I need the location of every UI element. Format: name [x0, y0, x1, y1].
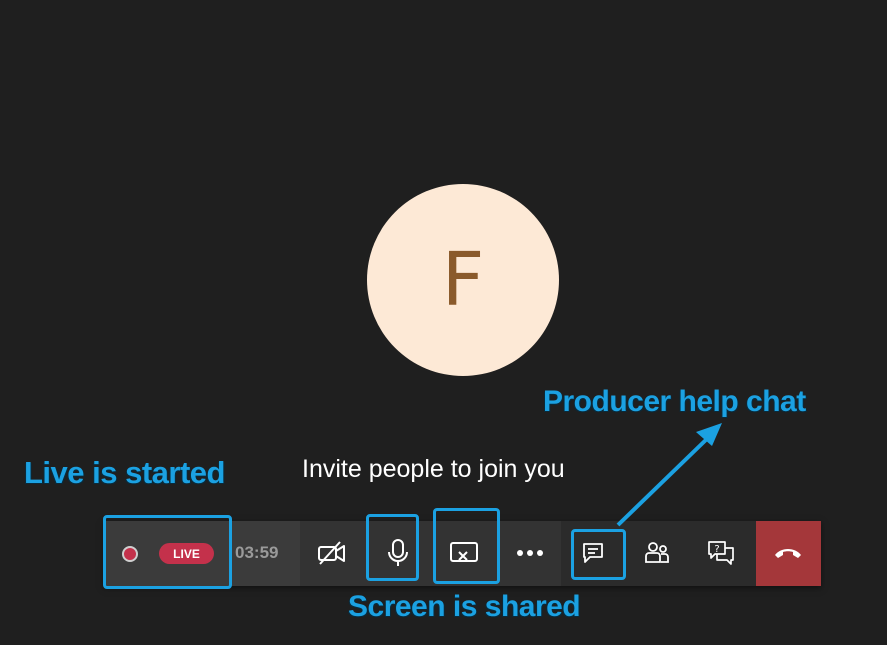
recording-status-section: LIVE 03:59 [104, 521, 300, 586]
chat-icon [581, 541, 605, 565]
chat-button[interactable] [573, 533, 613, 573]
media-controls-section [300, 521, 561, 586]
meeting-timer: 03:59 [235, 543, 279, 562]
invite-people-text: Invite people to join you [302, 455, 565, 483]
participant-avatar: F [367, 184, 559, 376]
microphone-button[interactable] [378, 533, 418, 573]
panels-section: ? [561, 521, 756, 586]
annotation-live-started: Live is started [24, 455, 225, 490]
camera-toggle-button[interactable] [312, 533, 352, 573]
live-badge: LIVE [159, 543, 214, 564]
annotation-producer-chat: Producer help chat [543, 385, 806, 418]
stop-sharing-icon [449, 540, 479, 566]
svg-text:?: ? [714, 544, 719, 555]
camera-off-icon [317, 541, 347, 565]
qa-icon: ? [707, 540, 735, 566]
annotation-screen-shared: Screen is shared [348, 590, 581, 623]
record-icon [122, 546, 138, 562]
meeting-toolbar: LIVE 03:59 ? [104, 521, 821, 586]
participants-button[interactable] [637, 533, 677, 573]
participants-icon [644, 540, 670, 566]
more-actions-button[interactable] [510, 533, 550, 573]
hang-up-icon [768, 533, 808, 573]
more-actions-icon [515, 549, 545, 557]
leave-button[interactable] [756, 521, 821, 586]
stop-sharing-button[interactable] [444, 533, 484, 573]
avatar-initial: F [441, 237, 485, 323]
qa-button[interactable]: ? [701, 533, 741, 573]
microphone-icon [387, 539, 409, 567]
